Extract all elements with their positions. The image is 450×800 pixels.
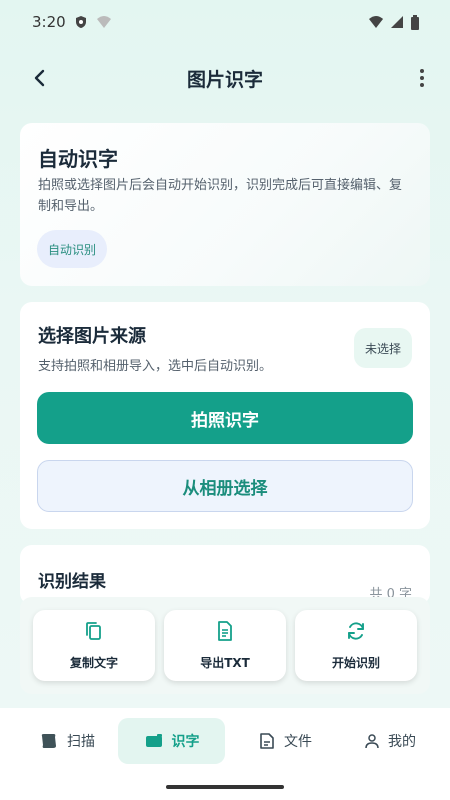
image-source-card: 选择图片来源 支持拍照和相册导入，选中后自动识别。 未选择 拍照识字 从相册选择 <box>20 302 430 529</box>
status-bar: 3:20 <box>0 0 450 44</box>
signal-icon <box>391 16 403 28</box>
start-recognition-button[interactable]: 开始识别 <box>295 610 417 681</box>
battery-icon <box>411 14 419 30</box>
text-recognition-icon <box>145 734 162 747</box>
wifi-question-icon <box>96 16 111 28</box>
nav-item-scan[interactable]: 扫描 <box>22 718 112 764</box>
copy-text-button[interactable]: 复制文字 <box>33 610 155 681</box>
back-arrow-icon <box>34 69 45 87</box>
export-txt-label: 导出TXT <box>200 656 250 670</box>
action-panel: 复制文字 导出TXT 开始识别 <box>20 597 430 694</box>
home-indicator[interactable] <box>166 785 284 789</box>
scan-icon <box>41 734 56 748</box>
back-button[interactable] <box>24 62 56 94</box>
result-card-title: 识别结果 <box>38 572 106 592</box>
source-card-description: 支持拍照和相册导入，选中后自动识别。 <box>38 359 273 374</box>
more-menu-button[interactable] <box>406 62 438 94</box>
start-recognition-label: 开始识别 <box>331 656 380 670</box>
person-icon <box>365 734 379 749</box>
gallery-select-button[interactable]: 从相册选择 <box>37 460 413 512</box>
nav-scan-label: 扫描 <box>67 734 95 750</box>
auto-recognition-chip: 自动识别 <box>37 230 108 268</box>
nav-item-recognize[interactable]: 识字 <box>118 718 225 764</box>
refresh-icon <box>348 622 364 640</box>
copy-icon <box>86 622 101 640</box>
nav-mine-label: 我的 <box>388 734 416 750</box>
wifi-icon <box>369 16 383 28</box>
selection-status-badge: 未选择 <box>354 328 412 368</box>
export-txt-button[interactable]: 导出TXT <box>164 610 286 681</box>
page-title: 图片识字 <box>186 68 263 91</box>
nav-files-label: 文件 <box>284 734 312 750</box>
nav-item-mine[interactable]: 我的 <box>345 718 435 764</box>
status-time: 3:20 <box>32 13 66 31</box>
source-card-title: 选择图片来源 <box>38 326 146 347</box>
auto-card-title: 自动识字 <box>38 147 118 171</box>
more-vertical-icon <box>420 69 424 87</box>
nav-item-files[interactable]: 文件 <box>240 718 330 764</box>
auto-recognition-card: 自动识字 拍照或选择图片后会自动开始识别，识别完成后可直接编辑、复制和导出。 自… <box>20 123 430 286</box>
document-icon <box>218 621 232 641</box>
shield-icon <box>75 16 86 28</box>
auto-card-description: 拍照或选择图片后会自动开始识别，识别完成后可直接编辑、复制和导出。 <box>38 178 403 214</box>
file-icon <box>260 733 274 749</box>
camera-recognize-button[interactable]: 拍照识字 <box>37 392 413 444</box>
result-card: 识别结果 共 0 字 <box>20 545 430 605</box>
app-bar: 图片识字 <box>0 50 450 106</box>
copy-text-label: 复制文字 <box>69 656 118 670</box>
nav-recognize-label: 识字 <box>171 734 200 750</box>
